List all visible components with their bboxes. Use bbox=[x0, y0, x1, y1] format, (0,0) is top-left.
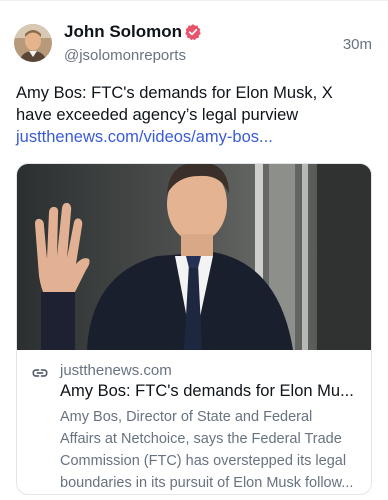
avatar[interactable] bbox=[14, 24, 52, 62]
card-description-line: boundaries in its pursuit of Elon Musk f… bbox=[60, 475, 354, 491]
card-image[interactable] bbox=[17, 164, 371, 350]
verified-badge-icon bbox=[185, 24, 201, 41]
author-name[interactable]: John Solomon bbox=[64, 22, 182, 42]
link-preview-card[interactable]: justthenews.com Amy Bos: FTC's demands f… bbox=[16, 163, 372, 495]
card-description-line: Amy Bos, Director of State and Federal bbox=[60, 409, 313, 425]
link-icon bbox=[32, 369, 48, 377]
card-description-line: Commission (FTC) has overstepped its leg… bbox=[60, 453, 347, 469]
card-title[interactable]: Amy Bos: FTC's demands for Elon Mu... bbox=[60, 382, 354, 401]
post-link[interactable]: justthenews.com/videos/amy-bos... bbox=[16, 126, 273, 148]
avatar-image bbox=[14, 24, 52, 62]
post-text-line: Amy Bos: FTC's demands for Elon Musk, X bbox=[16, 84, 333, 102]
author-handle[interactable]: @jsolomonreports bbox=[64, 47, 186, 64]
post-text-line: have exceeded agency’s legal purview bbox=[16, 106, 299, 124]
card-domain: justthenews.com bbox=[60, 362, 172, 379]
top-divider bbox=[0, 0, 388, 1]
post-time[interactable]: 30m bbox=[343, 36, 372, 53]
card-description: Amy Bos, Director of State and Federal A… bbox=[60, 406, 364, 494]
post-text: Amy Bos: FTC's demands for Elon Musk, X … bbox=[16, 82, 372, 126]
card-description-line: Affairs at Netchoice, says the Federal T… bbox=[60, 431, 342, 447]
